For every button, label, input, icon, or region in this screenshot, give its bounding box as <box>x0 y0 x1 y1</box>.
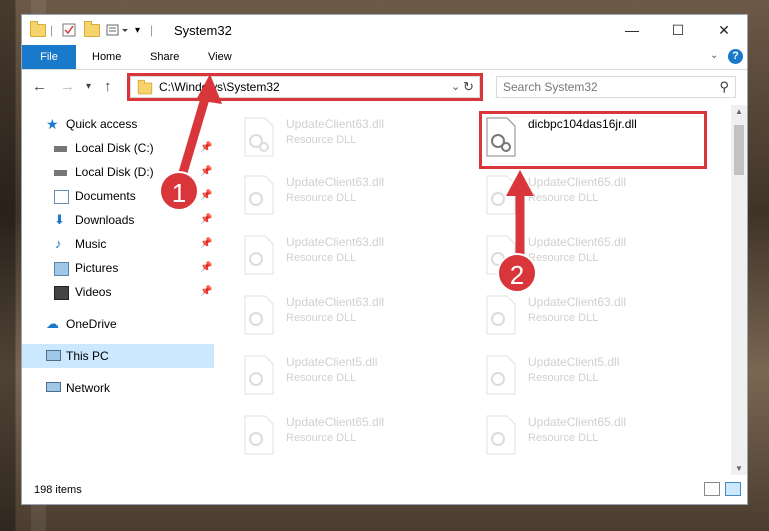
arrow-1-head <box>196 74 222 104</box>
callout-2: 2 <box>497 253 537 293</box>
callout-1: 1 <box>159 171 199 211</box>
arrow-2-head <box>506 170 534 196</box>
arrow-1-shaft <box>177 90 212 178</box>
annotation-arrows <box>177 74 534 258</box>
